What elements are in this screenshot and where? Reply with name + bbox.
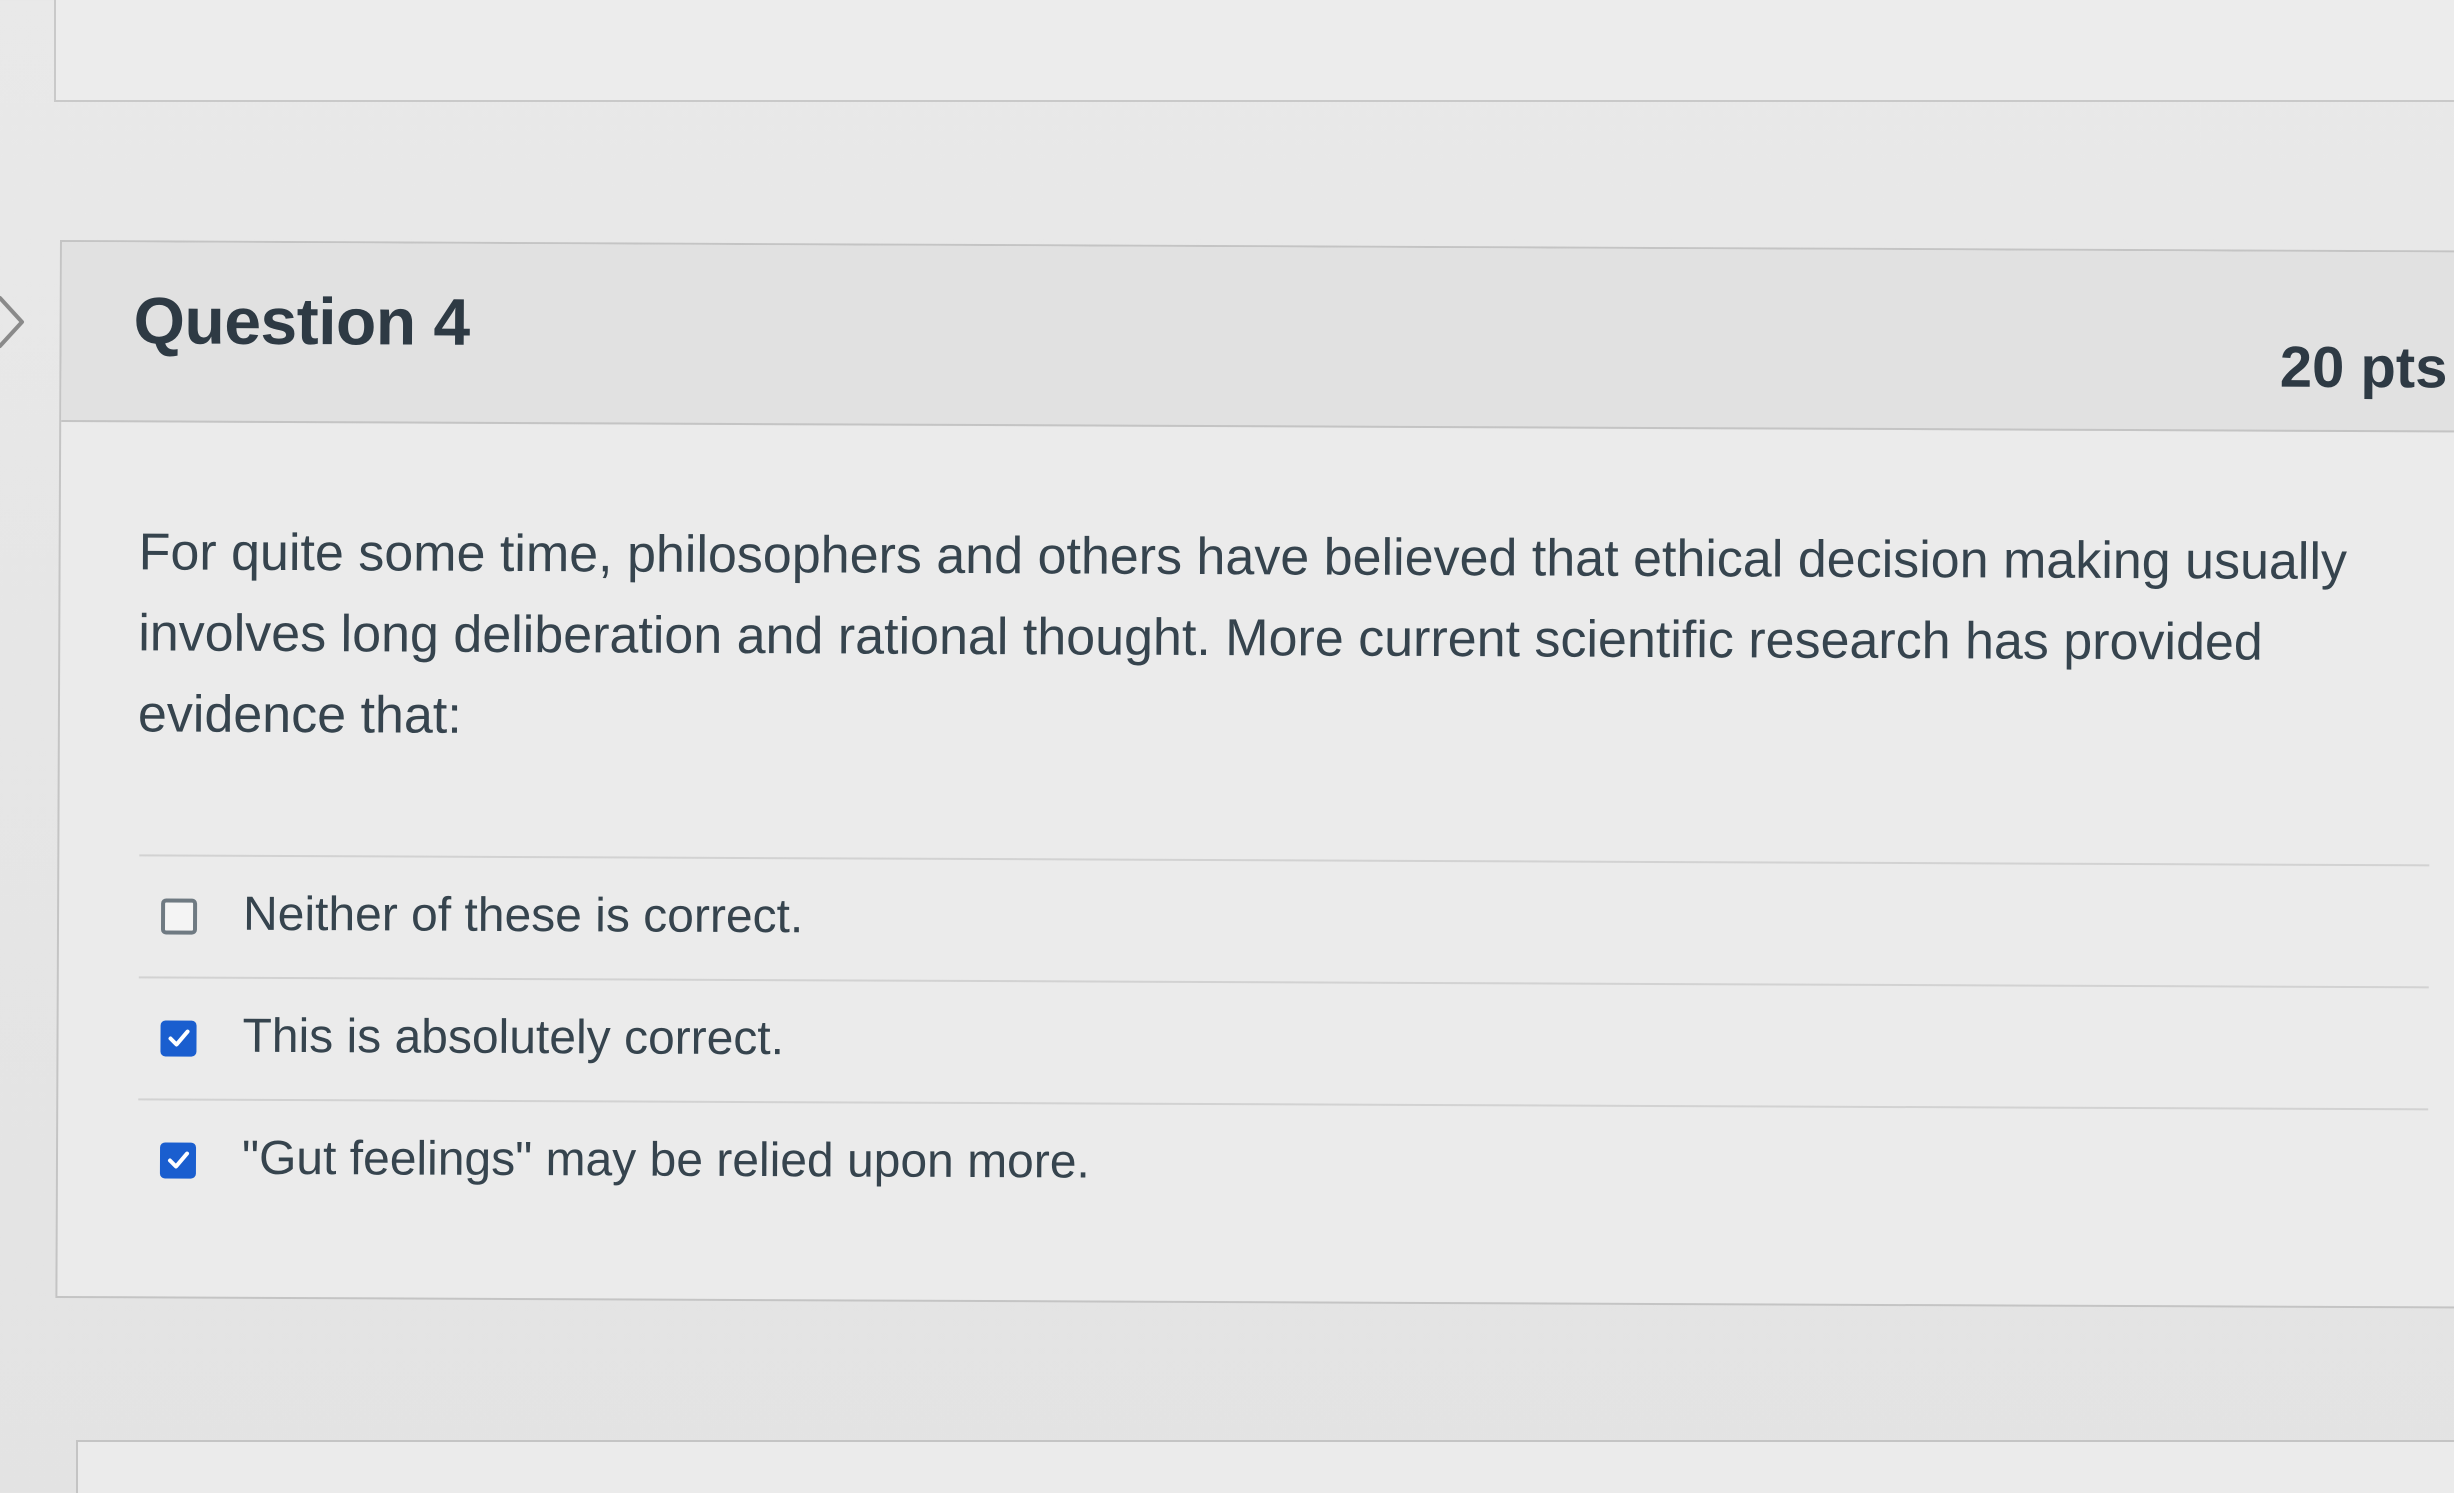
question-title: Question 4 bbox=[133, 283, 470, 359]
question-points: 20 pts bbox=[2279, 334, 2448, 401]
answer-label[interactable]: This is absolutely correct. bbox=[242, 1009, 784, 1066]
question-header: Question 4 20 pts bbox=[61, 242, 2454, 433]
answer-option-1[interactable]: Neither of these is correct. bbox=[138, 856, 2430, 989]
question-text: For quite some time, philosophers and ot… bbox=[137, 523, 2348, 745]
answer-list: Neither of these is correct. This is abs… bbox=[138, 854, 2430, 1230]
answer-checkbox-1[interactable] bbox=[160, 898, 198, 935]
checkmark-icon bbox=[167, 1151, 190, 1169]
answer-label[interactable]: "Gut feelings" may be relied upon more. bbox=[242, 1131, 1090, 1190]
answer-label[interactable]: Neither of these is correct. bbox=[243, 887, 803, 944]
question-card: Question 4 20 pts For quite some time, p… bbox=[55, 240, 2454, 1309]
answer-checkbox-2[interactable] bbox=[160, 1020, 197, 1057]
answer-option-2[interactable]: This is absolutely correct. bbox=[138, 978, 2429, 1111]
next-question-card bbox=[76, 1440, 2454, 1493]
answer-checkbox-3[interactable] bbox=[159, 1142, 197, 1179]
answer-option-3[interactable]: "Gut feelings" may be relied upon more. bbox=[138, 1100, 2429, 1230]
chevron-right-icon[interactable] bbox=[0, 292, 28, 352]
checkmark-icon bbox=[168, 1029, 190, 1047]
previous-question-card bbox=[54, 0, 2454, 102]
